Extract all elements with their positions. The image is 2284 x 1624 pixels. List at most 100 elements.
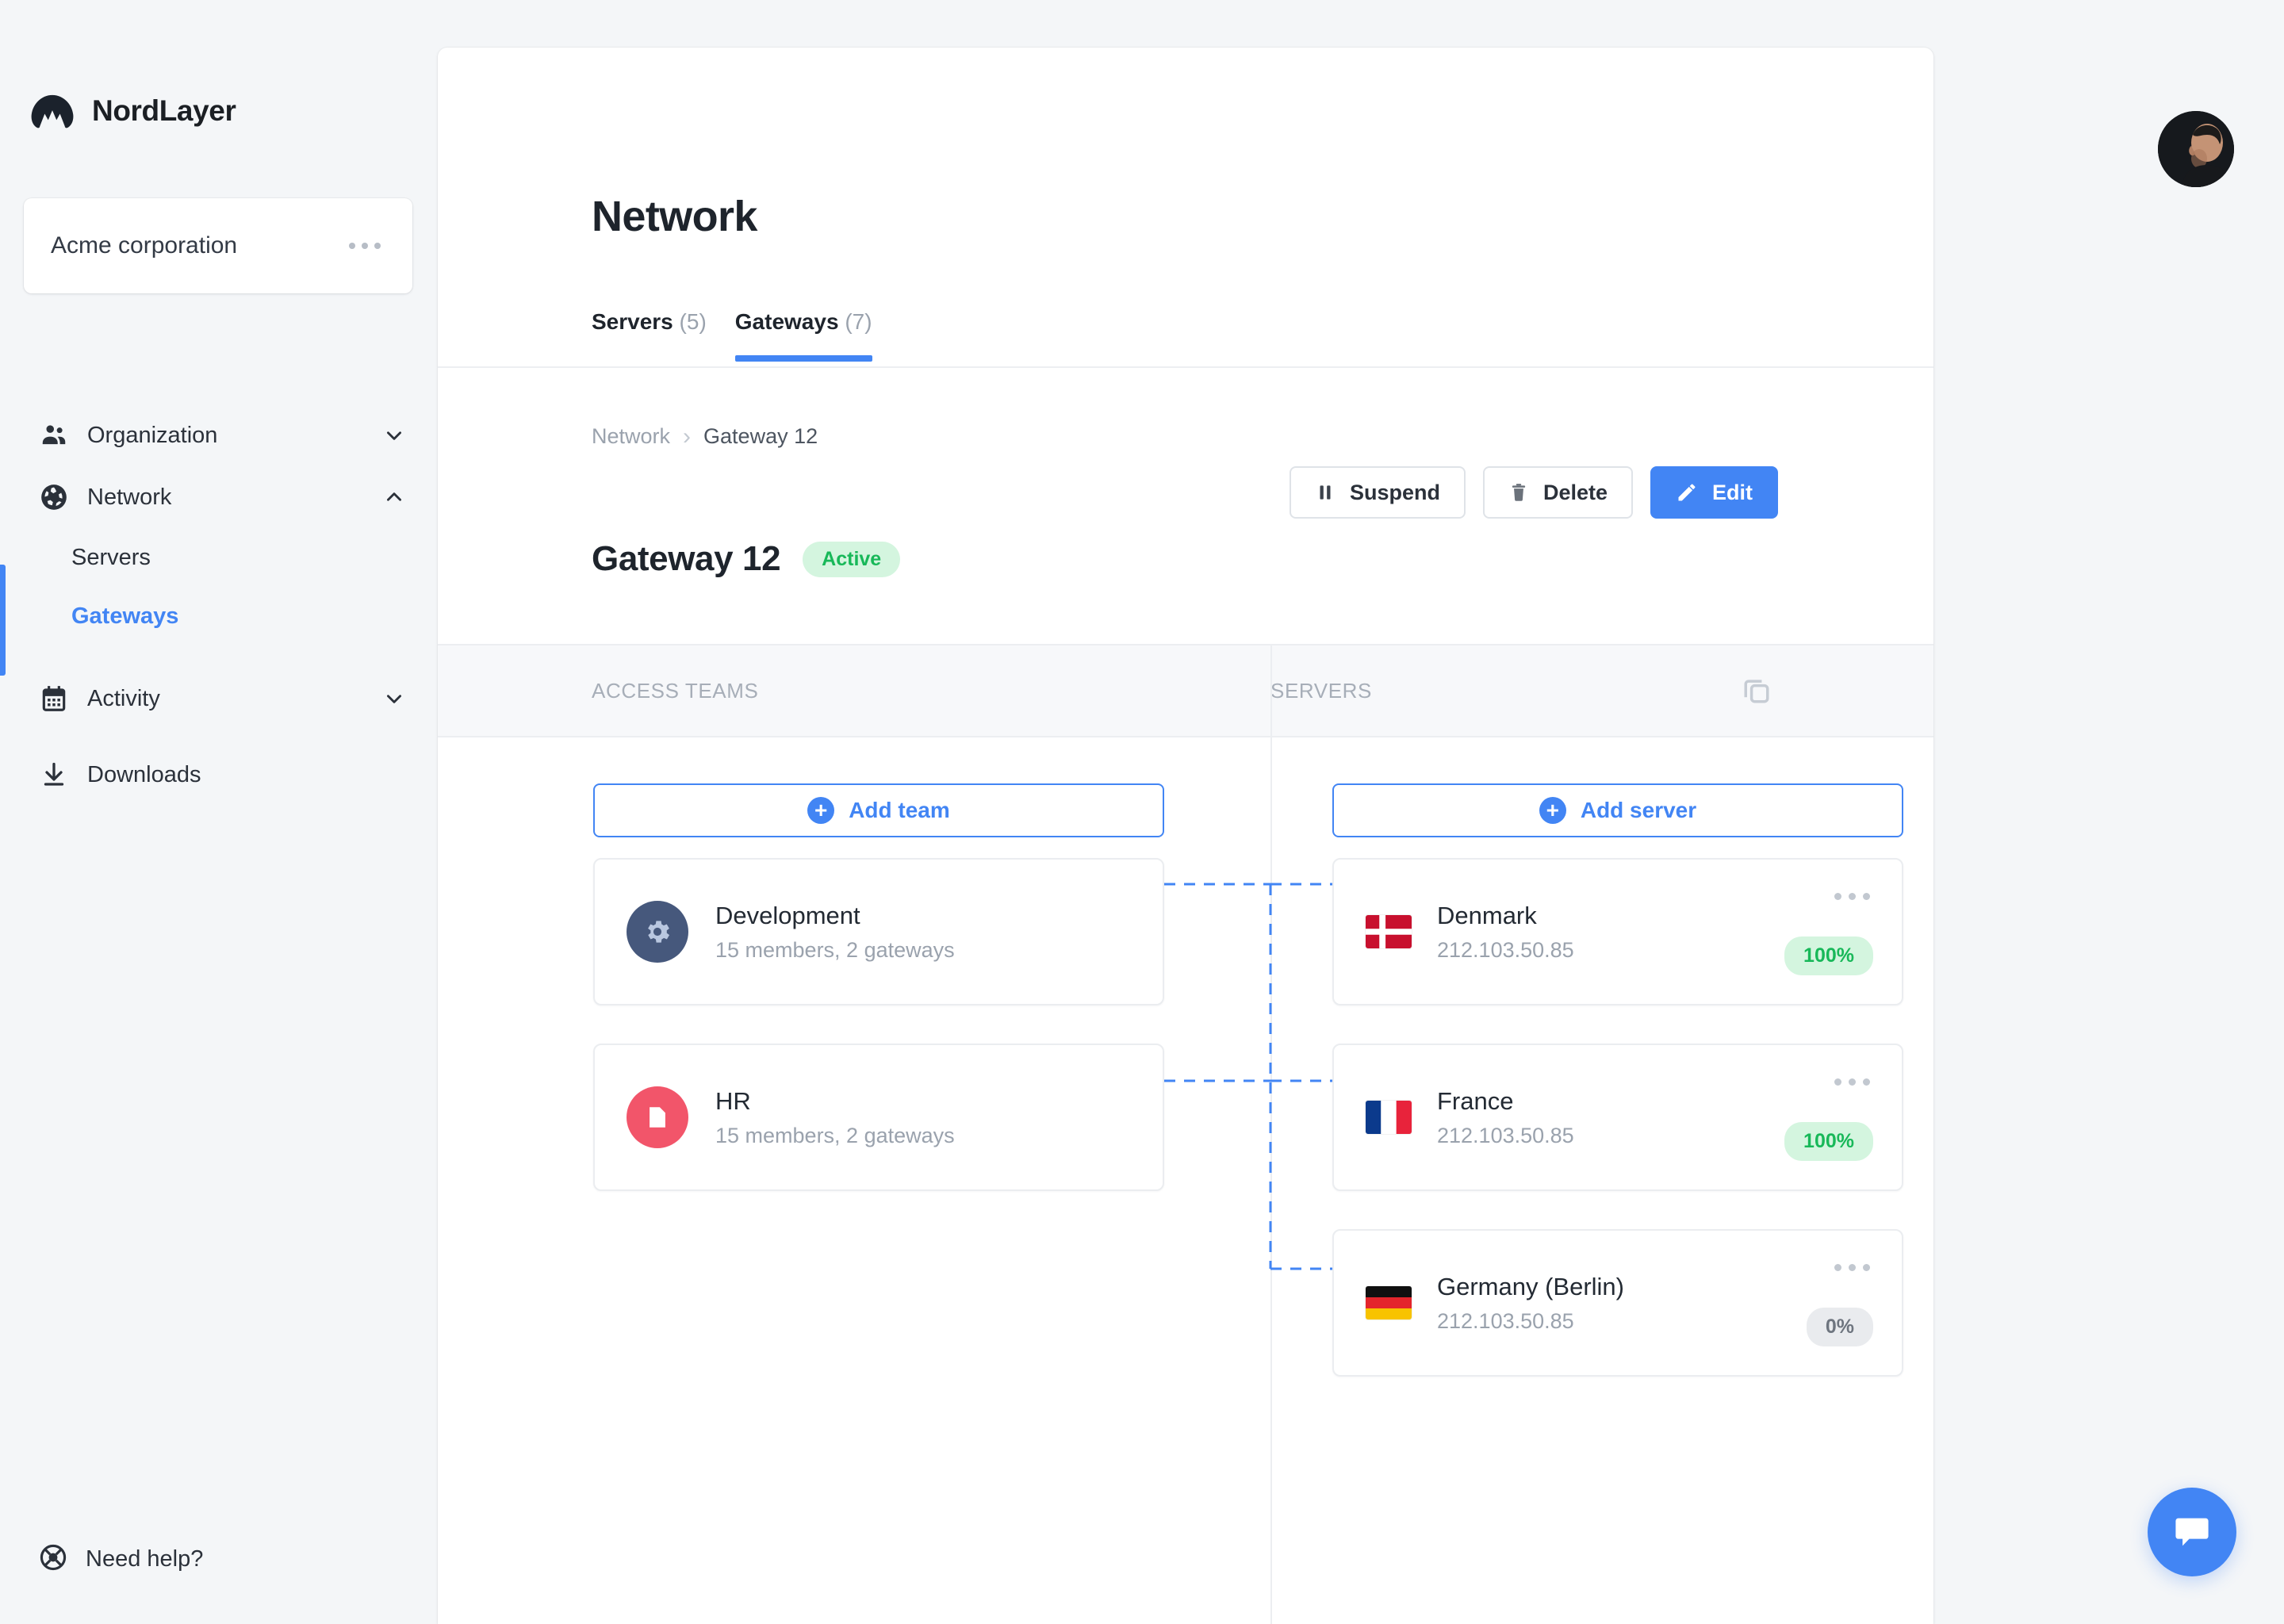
edit-button[interactable]: Edit bbox=[1650, 466, 1778, 519]
team-avatar bbox=[627, 901, 688, 963]
server-name: Germany (Berlin) bbox=[1437, 1273, 1624, 1301]
team-name: HR bbox=[715, 1087, 955, 1116]
breadcrumb: Network › Gateway 12 bbox=[592, 424, 818, 449]
sidebar-item-gateways[interactable]: Gateways bbox=[0, 587, 438, 645]
sidebar: NordLayer Acme corporation Organization bbox=[0, 0, 438, 1624]
server-name: Denmark bbox=[1437, 902, 1574, 930]
add-server-label: Add server bbox=[1581, 798, 1696, 823]
add-team-label: Add team bbox=[849, 798, 950, 823]
sidebar-item-network[interactable]: Network bbox=[0, 466, 438, 528]
pencil-icon bbox=[1676, 481, 1698, 504]
team-subtitle: 15 members, 2 gateways bbox=[715, 1124, 955, 1148]
brand-name: NordLayer bbox=[92, 94, 236, 128]
trash-icon bbox=[1508, 481, 1529, 504]
edit-label: Edit bbox=[1712, 481, 1753, 505]
server-name: France bbox=[1437, 1087, 1574, 1116]
tab-servers[interactable]: Servers (5) bbox=[592, 309, 707, 362]
pause-icon bbox=[1315, 482, 1336, 503]
server-ip: 212.103.50.85 bbox=[1437, 1124, 1574, 1148]
chevron-right-icon: › bbox=[683, 425, 691, 449]
page-title: Network bbox=[592, 192, 757, 241]
sidebar-subitem-label: Gateways bbox=[71, 603, 178, 630]
sidebar-nav: Organization Network Servers Gateways bbox=[0, 404, 438, 806]
tabs-divider bbox=[438, 366, 1933, 368]
access-teams-label: ACCESS TEAMS bbox=[592, 679, 758, 703]
server-usage-badge: 0% bbox=[1807, 1308, 1873, 1346]
server-card-france[interactable]: France 212.103.50.85 100% bbox=[1332, 1044, 1903, 1191]
tab-label: Servers bbox=[592, 309, 673, 334]
download-icon bbox=[38, 759, 70, 791]
breadcrumb-current: Gateway 12 bbox=[703, 424, 818, 449]
people-group-icon bbox=[38, 419, 70, 451]
brand-logo[interactable]: NordLayer bbox=[30, 94, 236, 128]
need-help-button[interactable]: Need help? bbox=[38, 1542, 203, 1576]
more-horizontal-icon[interactable] bbox=[1834, 1078, 1870, 1086]
sidebar-item-label: Organization bbox=[87, 423, 384, 449]
team-card-hr[interactable]: HR 15 members, 2 gateways bbox=[593, 1044, 1164, 1191]
team-subtitle: 15 members, 2 gateways bbox=[715, 938, 955, 963]
status-badge: Active bbox=[803, 542, 900, 577]
calendar-icon bbox=[38, 683, 70, 714]
avatar[interactable] bbox=[2158, 111, 2234, 187]
tab-count: (7) bbox=[845, 309, 872, 334]
sidebar-item-downloads[interactable]: Downloads bbox=[0, 744, 438, 806]
plus-circle-icon: + bbox=[807, 797, 834, 824]
sidebar-item-label: Activity bbox=[87, 686, 384, 712]
server-ip: 212.103.50.85 bbox=[1437, 1309, 1624, 1334]
tab-bar: Servers (5) Gateways (7) bbox=[592, 309, 901, 362]
more-horizontal-icon[interactable] bbox=[1834, 1264, 1870, 1271]
more-horizontal-icon[interactable] bbox=[1834, 893, 1870, 900]
user-avatar-image bbox=[2158, 111, 2234, 187]
org-switcher[interactable]: Acme corporation bbox=[24, 198, 412, 293]
add-team-button[interactable]: + Add team bbox=[593, 783, 1164, 837]
sidebar-item-label: Downloads bbox=[87, 762, 404, 788]
sidebar-subitem-label: Servers bbox=[71, 545, 151, 571]
add-server-button[interactable]: + Add server bbox=[1332, 783, 1903, 837]
team-card-development[interactable]: Development 15 members, 2 gateways bbox=[593, 858, 1164, 1005]
lifebuoy-icon bbox=[38, 1542, 68, 1576]
tab-gateways[interactable]: Gateways (7) bbox=[735, 309, 872, 362]
servers-label: SERVERS bbox=[1270, 679, 1372, 703]
tab-label: Gateways bbox=[735, 309, 839, 334]
columns-divider bbox=[1270, 644, 1272, 1624]
germany-flag-icon bbox=[1366, 1286, 1412, 1320]
team-avatar bbox=[627, 1086, 688, 1148]
chevron-down-icon[interactable] bbox=[384, 688, 404, 709]
sidebar-item-organization[interactable]: Organization bbox=[0, 404, 438, 466]
main-panel: Network Servers (5) Gateways (7) Network… bbox=[438, 48, 1933, 1624]
server-usage-badge: 100% bbox=[1784, 936, 1873, 975]
chevron-up-icon[interactable] bbox=[384, 487, 404, 508]
servers-header: SERVERS bbox=[1270, 645, 1372, 736]
nordlayer-mountain-logo-icon bbox=[30, 94, 75, 128]
server-ip: 212.103.50.85 bbox=[1437, 938, 1574, 963]
chat-bubble-icon bbox=[2171, 1511, 2213, 1553]
suspend-button[interactable]: Suspend bbox=[1290, 466, 1466, 519]
access-teams-column: + Add team Development 15 members, 2 gat… bbox=[593, 783, 1164, 1229]
gateway-actions: Suspend Delete Edit bbox=[1290, 466, 1778, 519]
server-card-germany[interactable]: Germany (Berlin) 212.103.50.85 0% bbox=[1332, 1229, 1903, 1377]
servers-column: + Add server Denmark 212.103.50.85 100% bbox=[1332, 783, 1903, 1415]
france-flag-icon bbox=[1366, 1101, 1412, 1134]
need-help-label: Need help? bbox=[86, 1546, 203, 1572]
server-card-denmark[interactable]: Denmark 212.103.50.85 100% bbox=[1332, 858, 1903, 1005]
file-icon bbox=[644, 1102, 671, 1132]
more-horizontal-icon[interactable] bbox=[349, 243, 381, 249]
delete-button[interactable]: Delete bbox=[1483, 466, 1633, 519]
chat-button[interactable] bbox=[2148, 1488, 2236, 1576]
suspend-label: Suspend bbox=[1350, 481, 1440, 505]
sidebar-item-activity[interactable]: Activity bbox=[0, 668, 438, 730]
gear-icon bbox=[642, 917, 673, 947]
breadcrumb-root[interactable]: Network bbox=[592, 424, 670, 449]
tab-count: (5) bbox=[680, 309, 707, 334]
delete-label: Delete bbox=[1543, 481, 1608, 505]
denmark-flag-icon bbox=[1366, 915, 1412, 948]
team-name: Development bbox=[715, 902, 955, 930]
copy-icon[interactable] bbox=[1735, 669, 1778, 712]
globe-icon bbox=[38, 481, 70, 513]
sidebar-item-servers[interactable]: Servers bbox=[0, 528, 438, 587]
chevron-down-icon[interactable] bbox=[384, 425, 404, 446]
gateway-name: Gateway 12 bbox=[592, 539, 780, 579]
access-teams-header: ACCESS TEAMS bbox=[592, 645, 758, 736]
columns-header: ACCESS TEAMS SERVERS bbox=[438, 644, 1933, 737]
gateway-header: Gateway 12 Active bbox=[592, 539, 900, 579]
